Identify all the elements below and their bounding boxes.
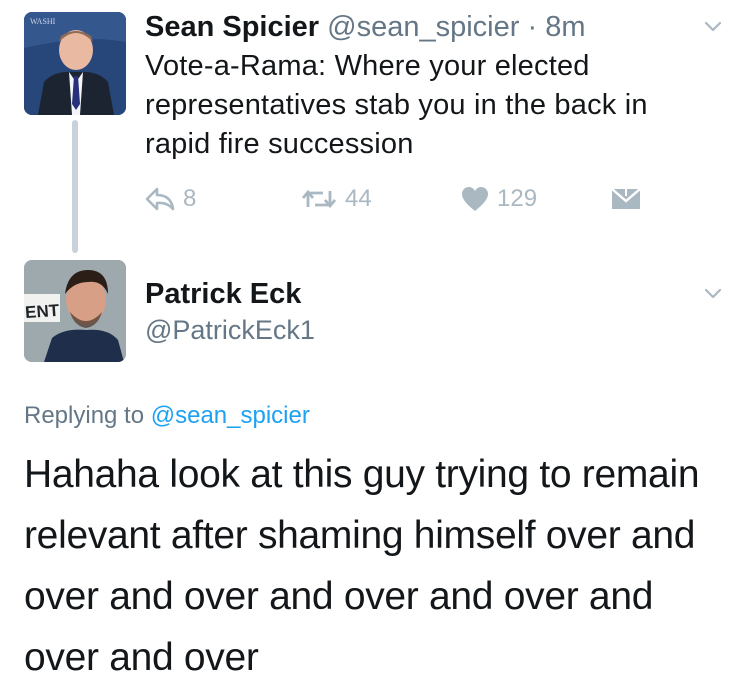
avatar-patrick-eck[interactable]: ENT [24, 260, 126, 362]
avatar-image: ENT [24, 260, 126, 362]
avatar-sean-spicier[interactable]: WASHI [24, 12, 126, 115]
like-count: 129 [497, 185, 538, 212]
tweet2-text: Hahaha look at this guy trying to remain… [24, 453, 700, 679]
reply-button[interactable]: 8 [145, 182, 196, 216]
tweet-thread: WASHI Sean Spicier @sean_spicier · 8m Vo… [0, 0, 750, 698]
author-name[interactable]: Patrick Eck [145, 277, 301, 311]
author-handle[interactable]: @PatrickEck1 [145, 314, 315, 346]
avatar-sign-text: ENT [24, 301, 60, 322]
author-handle[interactable]: @sean_spicier [327, 11, 519, 43]
thread-connector-line [72, 120, 78, 253]
reply-count: 8 [183, 185, 197, 212]
replying-to-line: Replying to @sean_spicier [24, 402, 310, 430]
author-name[interactable]: Sean Spicier [145, 11, 319, 43]
chevron-down-icon[interactable] [704, 17, 722, 35]
avatar-caption: WASHI [30, 17, 56, 26]
avatar-image: WASHI [24, 12, 126, 115]
heart-icon [462, 187, 488, 211]
retweet-button[interactable]: 44 [301, 182, 372, 216]
direct-message-button[interactable] [611, 182, 641, 216]
replying-to-mention-link[interactable]: @sean_spicier [151, 402, 310, 429]
time-separator: · [527, 11, 538, 43]
retweet-icon [301, 189, 337, 209]
tweet-timestamp[interactable]: 8m [545, 11, 585, 43]
replying-to-label: Replying to [24, 402, 145, 429]
reply-icon [145, 187, 175, 211]
tweet1-header: Sean Spicier @sean_spicier · 8m [145, 10, 586, 44]
tweet1-text: Vote-a-Rama: Where your elected represen… [145, 50, 648, 160]
envelope-icon [611, 187, 641, 209]
chevron-down-icon[interactable] [704, 284, 722, 302]
like-button[interactable]: 129 [461, 182, 537, 216]
retweet-count: 44 [345, 185, 372, 212]
